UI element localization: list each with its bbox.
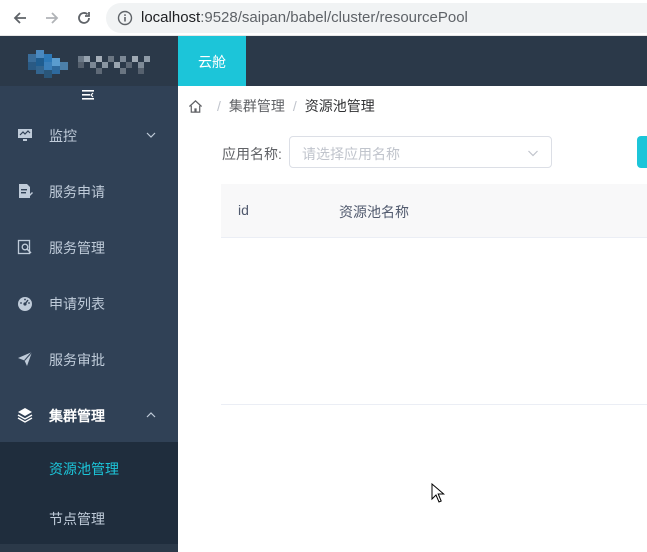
sidebar-item-label: 监控 [49,128,77,144]
search-button[interactable] [637,136,647,168]
arrow-left-icon [13,12,26,24]
mouse-cursor-icon [431,483,445,503]
sidebar-item-label: 申请列表 [49,296,105,312]
url-text: localhost:9528/saipan/babel/cluster/reso… [141,9,468,26]
search-document-icon [17,239,32,255]
submenu-item-resource-pool[interactable]: 资源池管理 [0,442,178,492]
sidebar-item-label: 服务管理 [49,240,105,256]
sidebar-item-apply-list[interactable]: 申请列表 [0,275,178,331]
column-header-pool-name[interactable]: 资源池名称 [339,202,409,222]
sidebar: 监控 服务申请 服务管理 申请列表 服务审批 集群管理 资源池管理 节点管理 [0,36,178,552]
sidebar-item-label: 集群管理 [49,408,105,424]
arrow-right-icon [46,12,59,24]
breadcrumb-item-current: 资源池管理 [304,98,375,114]
url-host: localhost [141,9,201,26]
reload-button[interactable] [73,7,95,29]
breadcrumb: / 集群管理 / 资源池管理 [188,96,375,116]
home-icon[interactable] [188,99,203,114]
dashboard-icon [18,297,32,311]
info-icon[interactable] [117,10,133,26]
sidebar-item-monitor[interactable]: 监控 [0,107,178,163]
breadcrumb-separator: / [292,98,297,114]
logo [0,36,178,86]
select-placeholder: 请选择应用名称 [302,146,400,162]
tab-label: 云舱 [198,54,226,70]
browser-toolbar: localhost:9528/saipan/babel/cluster/reso… [0,0,647,36]
forward-button[interactable] [41,7,63,29]
chevron-down-icon [528,150,538,157]
sidebar-footer [0,544,178,552]
address-bar[interactable]: localhost:9528/saipan/babel/cluster/reso… [106,3,647,33]
logo-image [28,50,68,78]
monitor-icon [18,129,32,141]
send-icon [18,351,33,366]
chevron-down-icon [146,132,156,138]
resource-pool-table: id 资源池名称 [221,184,647,405]
submenu-item-node-manage[interactable]: 节点管理 [0,492,178,542]
app-name-label: 应用名称: [222,146,282,162]
url-path: :9528/saipan/babel/cluster/resourcePool [200,9,468,26]
table-header: id 资源池名称 [221,184,647,238]
breadcrumb-item-cluster[interactable]: 集群管理 [229,96,285,116]
submenu-item-label: 资源池管理 [49,461,119,477]
submenu-item-label: 节点管理 [49,511,105,527]
sidebar-item-label: 服务审批 [49,352,105,368]
sidebar-item-label: 服务申请 [49,184,105,200]
sidebar-item-service-manage[interactable]: 服务管理 [0,219,178,275]
top-navbar: 云舱 [178,36,647,86]
document-edit-icon [19,184,33,198]
breadcrumb-separator: / [217,98,221,114]
back-button[interactable] [9,7,31,29]
sidebar-item-service-approve[interactable]: 服务审批 [0,331,178,387]
hamburger-icon[interactable] [80,87,96,103]
tab-yuncang[interactable]: 云舱 [178,36,246,86]
app-name-select[interactable]: 请选择应用名称 [289,136,552,168]
chevron-up-icon [146,412,156,418]
sidebar-item-service-apply[interactable]: 服务申请 [0,163,178,219]
layers-icon [17,408,33,423]
cluster-submenu: 资源池管理 节点管理 [0,442,178,544]
reload-icon [78,12,90,24]
logo-text-image [78,56,150,74]
column-header-id[interactable]: id [238,202,249,218]
sidebar-item-cluster-manage[interactable]: 集群管理 [0,387,178,443]
